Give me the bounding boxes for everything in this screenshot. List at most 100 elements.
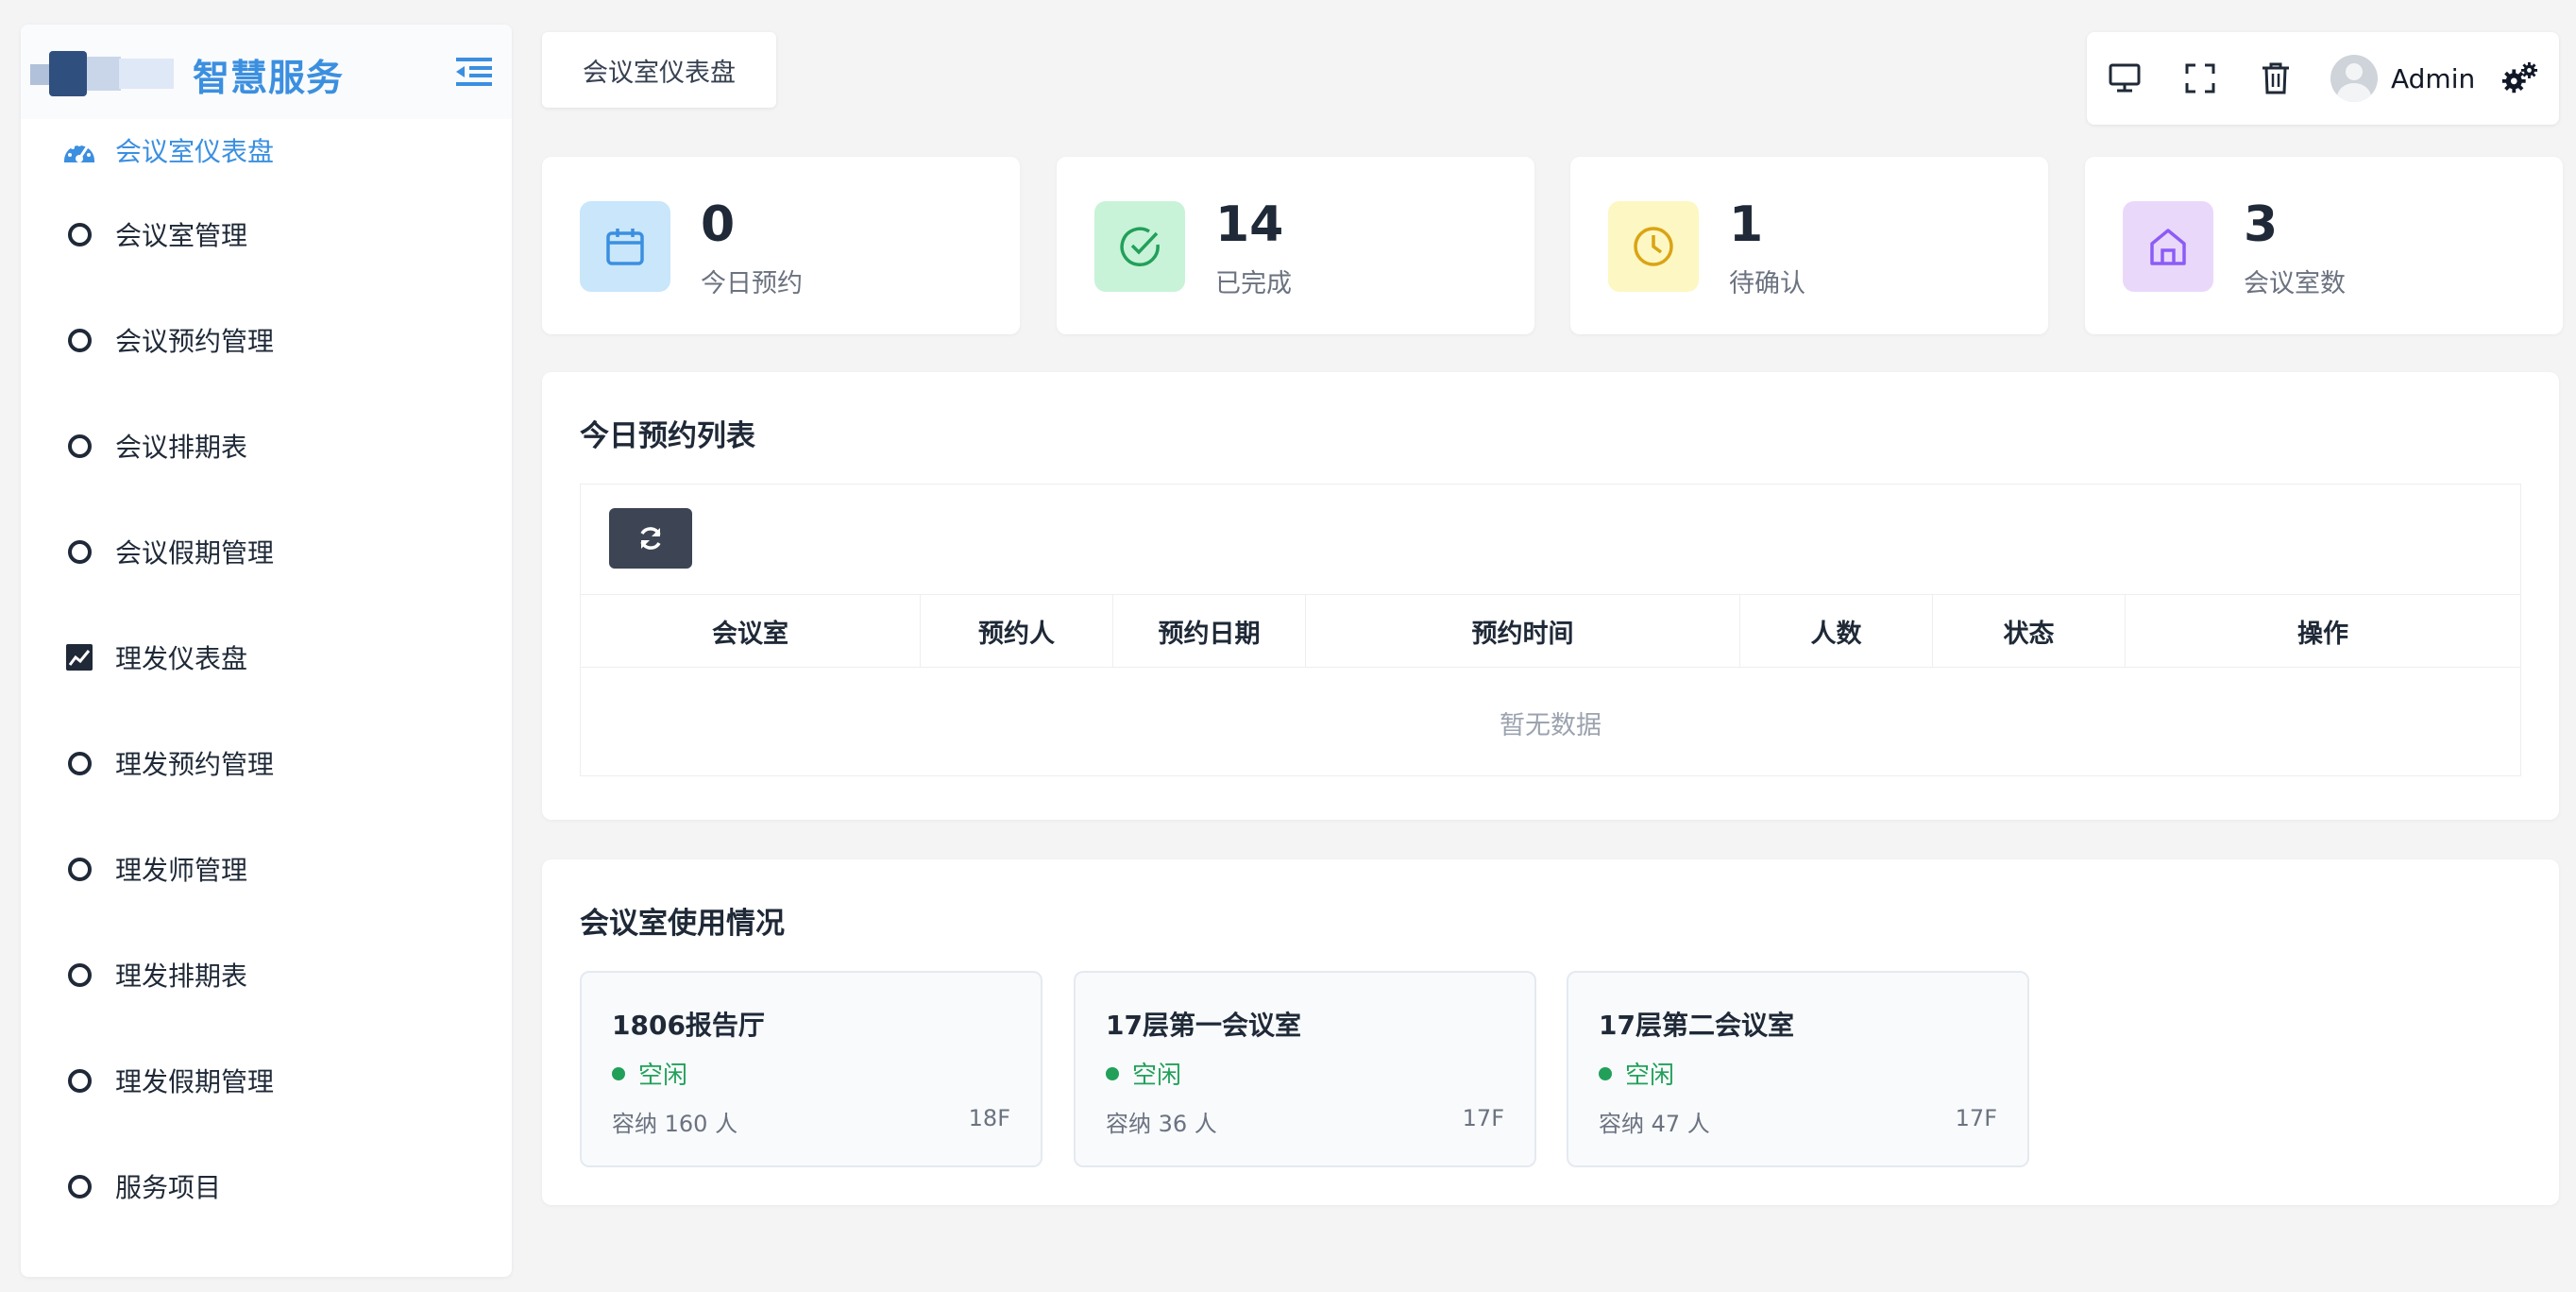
column-header[interactable]: 预约时间 bbox=[1306, 595, 1740, 667]
stat-label: 会议室数 bbox=[2244, 269, 2346, 298]
sidebar-nav: 会议室仪表盘 会议室管理 会议预约管理 会议排期表 会议假期管理 理发仪表盘 理… bbox=[21, 119, 512, 1239]
settings-button[interactable] bbox=[2500, 60, 2538, 97]
clock-icon bbox=[1608, 201, 1699, 292]
user-name: Admin bbox=[2391, 62, 2476, 94]
sidebar-item-label: 会议室仪表盘 bbox=[115, 136, 275, 167]
sidebar-item-label: 理发师管理 bbox=[115, 855, 248, 886]
avatar bbox=[2330, 55, 2378, 102]
calendar-icon bbox=[580, 201, 670, 292]
trash-icon bbox=[2262, 62, 2289, 94]
room-floor: 17F bbox=[1462, 1105, 1504, 1131]
check-circle-icon bbox=[1094, 201, 1185, 292]
room-card[interactable]: 17层第二会议室 空闲 容纳 47 人 17F bbox=[1567, 971, 2029, 1167]
stat-label: 已完成 bbox=[1215, 269, 1292, 298]
status-text: 空闲 bbox=[638, 1062, 688, 1090]
sidebar-item-label: 会议排期表 bbox=[115, 432, 248, 463]
room-status: 空闲 bbox=[1106, 1056, 1181, 1091]
gears-icon bbox=[2501, 61, 2538, 94]
column-header[interactable]: 状态 bbox=[1933, 595, 2126, 667]
brand-title: 智慧服务 bbox=[193, 58, 345, 100]
circle-icon bbox=[62, 746, 96, 780]
sidebar-item-meeting-holiday[interactable]: 会议假期管理 bbox=[21, 499, 512, 604]
status-dot-icon bbox=[1599, 1066, 1612, 1080]
column-header[interactable]: 操作 bbox=[2126, 595, 2520, 667]
sidebar-item-label: 服务项目 bbox=[115, 1172, 222, 1203]
sidebar-item-label: 理发预约管理 bbox=[115, 749, 275, 780]
today-booking-panel: 今日预约列表 会议室 预约人 预约日期 预约时间 人数 状态 操作 暂无数据 bbox=[542, 372, 2559, 820]
column-header[interactable]: 预约人 bbox=[921, 595, 1113, 667]
sidebar-item-barber-holiday[interactable]: 理发假期管理 bbox=[21, 1028, 512, 1133]
empty-state-text: 暂无数据 bbox=[1500, 710, 1602, 740]
stat-label: 今日预约 bbox=[701, 269, 803, 298]
sidebar-item-label: 理发仪表盘 bbox=[115, 643, 248, 674]
tab-meeting-dashboard[interactable]: 会议室仪表盘 bbox=[542, 32, 776, 108]
room-capacity: 容纳 36 人 bbox=[1106, 1111, 1217, 1137]
sidebar-item-meeting-schedule[interactable]: 会议排期表 bbox=[21, 393, 512, 499]
circle-icon bbox=[62, 323, 96, 357]
table-header: 会议室 预约人 预约日期 预约时间 人数 状态 操作 bbox=[581, 594, 2520, 668]
sidebar-item-barber-dashboard[interactable]: 理发仪表盘 bbox=[21, 604, 512, 710]
clear-cache-button[interactable] bbox=[2257, 60, 2295, 97]
stat-label: 待确认 bbox=[1729, 269, 1805, 298]
logo bbox=[30, 51, 191, 96]
sidebar-item-meeting-room-manage[interactable]: 会议室管理 bbox=[21, 181, 512, 287]
room-capacity: 容纳 47 人 bbox=[1599, 1111, 1710, 1137]
sidebar-item-barber-booking-manage[interactable]: 理发预约管理 bbox=[21, 710, 512, 816]
stat-value: 3 bbox=[2244, 196, 2279, 253]
sidebar-item-label: 理发排期表 bbox=[115, 960, 248, 992]
room-floor: 18F bbox=[968, 1105, 1010, 1131]
room-name: 1806报告厅 bbox=[612, 1010, 765, 1041]
status-text: 空闲 bbox=[1625, 1062, 1675, 1090]
collapse-menu-button[interactable] bbox=[455, 53, 493, 91]
circle-icon bbox=[62, 217, 96, 251]
menu-fold-icon bbox=[456, 58, 492, 86]
monitor-icon bbox=[2109, 63, 2141, 93]
panel-title: 今日预约列表 bbox=[580, 419, 755, 453]
chart-line-icon bbox=[62, 640, 96, 674]
circle-icon bbox=[62, 535, 96, 569]
sidebar-item-barber-schedule[interactable]: 理发排期表 bbox=[21, 922, 512, 1028]
sidebar-item-service-items[interactable]: 服务项目 bbox=[21, 1133, 512, 1239]
stat-card-room-count: 3 会议室数 bbox=[2085, 157, 2563, 334]
fullscreen-button[interactable] bbox=[2181, 60, 2219, 97]
dashboard-gauge-icon bbox=[62, 133, 96, 167]
circle-icon bbox=[62, 1063, 96, 1097]
room-name: 17层第二会议室 bbox=[1599, 1010, 1794, 1041]
refresh-icon bbox=[640, 527, 661, 550]
monitor-button[interactable] bbox=[2106, 60, 2144, 97]
refresh-button[interactable] bbox=[609, 508, 692, 569]
room-card[interactable]: 1806报告厅 空闲 容纳 160 人 18F bbox=[580, 971, 1042, 1167]
sidebar-item-barber-manage[interactable]: 理发师管理 bbox=[21, 816, 512, 922]
room-capacity: 容纳 160 人 bbox=[612, 1111, 738, 1137]
sidebar-header: 智慧服务 bbox=[21, 25, 512, 119]
room-status: 空闲 bbox=[612, 1056, 687, 1091]
circle-icon bbox=[62, 429, 96, 463]
stat-card-completed: 14 已完成 bbox=[1057, 157, 1534, 334]
sidebar-item-label: 会议假期管理 bbox=[115, 537, 275, 569]
sidebar-item-label: 会议室管理 bbox=[115, 220, 248, 251]
home-icon bbox=[2123, 201, 2213, 292]
status-dot-icon bbox=[612, 1066, 625, 1080]
booking-table: 会议室 预约人 预约日期 预约时间 人数 状态 操作 暂无数据 bbox=[580, 484, 2521, 776]
status-dot-icon bbox=[1106, 1066, 1119, 1080]
sidebar-item-meeting-dashboard[interactable]: 会议室仪表盘 bbox=[21, 119, 512, 181]
fullscreen-icon bbox=[2185, 63, 2215, 94]
stat-card-today-bookings: 0 今日预约 bbox=[542, 157, 1020, 334]
stat-value: 14 bbox=[1215, 196, 1284, 253]
sidebar-item-meeting-booking-manage[interactable]: 会议预约管理 bbox=[21, 287, 512, 393]
stat-card-pending: 1 待确认 bbox=[1570, 157, 2048, 334]
panel-title: 会议室使用情况 bbox=[580, 907, 785, 941]
circle-icon bbox=[62, 958, 96, 992]
sidebar-item-label: 理发假期管理 bbox=[115, 1066, 275, 1097]
stat-value: 0 bbox=[701, 196, 736, 253]
room-card[interactable]: 17层第一会议室 空闲 容纳 36 人 17F bbox=[1074, 971, 1536, 1167]
circle-icon bbox=[62, 852, 96, 886]
column-header[interactable]: 人数 bbox=[1740, 595, 1933, 667]
sidebar-item-label: 会议预约管理 bbox=[115, 326, 275, 357]
room-status: 空闲 bbox=[1599, 1056, 1674, 1091]
user-menu[interactable]: Admin bbox=[2330, 55, 2475, 102]
sidebar: 智慧服务 会议室仪表盘 会议室管理 会议预约管理 会议排期表 会议假期管理 理发… bbox=[21, 25, 512, 1277]
room-floor: 17F bbox=[1955, 1105, 1997, 1131]
column-header[interactable]: 预约日期 bbox=[1113, 595, 1306, 667]
column-header[interactable]: 会议室 bbox=[581, 595, 921, 667]
